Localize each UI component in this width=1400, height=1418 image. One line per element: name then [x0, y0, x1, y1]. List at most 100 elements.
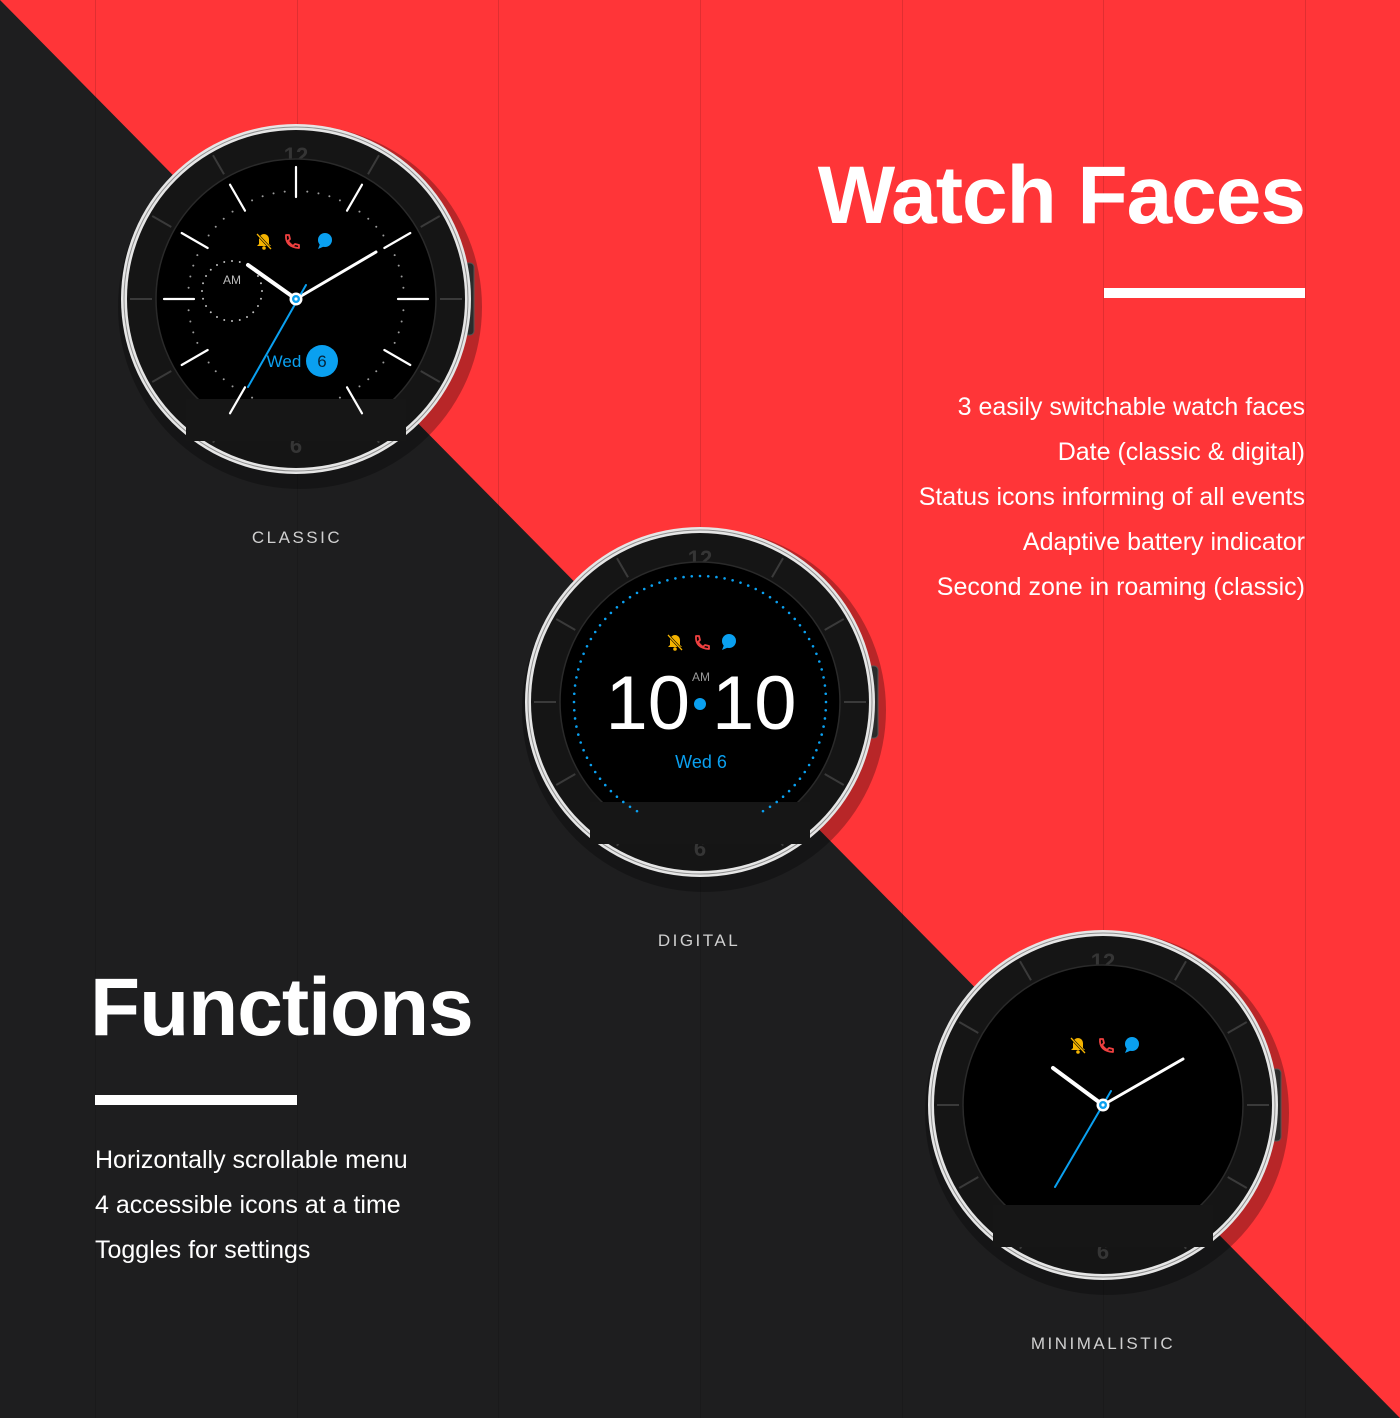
minute-dot	[231, 210, 234, 213]
subdial-dot	[205, 275, 208, 277]
feature-item: 4 accessible icons at a time	[95, 1191, 401, 1219]
battery-dot	[589, 763, 593, 767]
minute-dot	[189, 320, 192, 323]
subdial-dot	[216, 315, 218, 318]
battery-dot	[615, 605, 619, 609]
battery-dot	[787, 611, 791, 615]
minute-dot	[189, 275, 192, 278]
caption-minimalistic: MINIMALISTIC	[1030, 1334, 1176, 1353]
battery-dot	[593, 630, 597, 634]
subdial-dot	[256, 275, 259, 277]
battery-dot	[739, 581, 742, 584]
battery-dot	[793, 783, 797, 787]
subdial-dot	[261, 290, 263, 292]
battery-dot	[585, 644, 589, 648]
battery-dot	[715, 575, 718, 579]
minute-dot	[358, 210, 361, 213]
minute-dot	[382, 234, 385, 237]
functions-divider	[95, 1095, 297, 1105]
battery-dot	[746, 584, 750, 587]
minute-dot	[251, 396, 254, 399]
minute-dot	[283, 190, 286, 193]
battery-dot	[731, 578, 734, 582]
digital-hours: 10	[605, 661, 690, 746]
battery-dot	[603, 783, 607, 787]
battery-dot	[781, 605, 785, 609]
minute-dot	[393, 254, 396, 257]
classic-watch[interactable]: 12 6 AM Wed 6	[118, 124, 482, 489]
ampm-label: AM	[223, 273, 241, 287]
battery-dot	[572, 692, 576, 696]
battery-dot	[575, 725, 578, 728]
minute-dot	[187, 286, 190, 289]
minute-dot	[338, 396, 341, 399]
subdial-dot	[259, 282, 262, 285]
minute-dot	[393, 341, 396, 344]
battery-dot	[803, 630, 807, 634]
minute-dot	[367, 378, 370, 381]
battery-dot	[621, 800, 625, 804]
subdial-dot	[231, 320, 233, 322]
battery-dot	[609, 789, 613, 793]
minute-dot	[367, 217, 370, 220]
subdial-dot	[252, 311, 255, 314]
battery-dot	[768, 595, 772, 599]
battery-dot	[579, 660, 582, 663]
battery-dot	[822, 676, 825, 679]
battery-dot	[698, 574, 702, 578]
subdial-dot	[209, 311, 212, 314]
battery-dot	[628, 595, 632, 599]
time-separator-dot	[694, 698, 706, 710]
minute-dot	[338, 199, 341, 202]
battery-dot	[793, 617, 797, 621]
battery-dot	[650, 584, 654, 587]
caption-digital: DIGITAL	[657, 931, 741, 950]
battery-dot	[628, 805, 632, 809]
minimalistic-watch[interactable]: 12 6	[925, 930, 1289, 1295]
minute-dot	[222, 217, 225, 220]
watch-faces-feature-list: 3 easily switchable watch faces Date (cl…	[919, 391, 1305, 616]
minute-dot	[402, 286, 405, 289]
minute-dot	[261, 195, 264, 198]
battery-dot	[803, 770, 807, 774]
minute-dot	[375, 370, 378, 373]
battery-dot	[642, 587, 646, 591]
functions-heading: Functions	[90, 962, 474, 1053]
battery-dot	[824, 708, 828, 712]
battery-dot	[798, 623, 802, 627]
subdial-dot	[223, 318, 226, 321]
feature-item: 3 easily switchable watch faces	[957, 393, 1305, 421]
subdial-dot	[223, 261, 226, 264]
battery-dot	[635, 591, 639, 595]
battery-dot	[609, 611, 613, 615]
minute-dot	[196, 254, 199, 257]
minute-dot	[187, 309, 190, 312]
battery-dot	[579, 741, 582, 744]
minute-dot	[207, 361, 210, 364]
minute-dot	[222, 378, 225, 381]
battery-dot	[589, 637, 593, 641]
subdial-dot	[216, 264, 218, 267]
battery-dot	[775, 600, 779, 604]
battery-dot	[754, 587, 758, 591]
digital-watch[interactable]: 12 6 AM 10 10 Wed 6	[522, 527, 886, 892]
battery-dot	[824, 692, 828, 696]
battery-dot	[811, 756, 815, 760]
display-bottom-band	[186, 399, 406, 441]
battery-dot	[572, 700, 576, 704]
battery-dot	[598, 623, 602, 627]
battery-dot	[598, 777, 602, 781]
ampm-label: AM	[692, 670, 710, 684]
battery-dot	[824, 700, 828, 704]
battery-dot	[781, 795, 785, 799]
battery-dot	[807, 763, 811, 767]
subdial-dot	[202, 282, 205, 285]
minute-dot	[400, 320, 403, 323]
subdial-dot	[256, 305, 259, 307]
battery-dot	[818, 741, 821, 744]
battery-dot	[723, 577, 726, 580]
minute-dot	[251, 199, 254, 202]
battery-dot	[621, 600, 625, 604]
subdial-dot	[259, 297, 262, 300]
battery-dot	[761, 591, 765, 595]
